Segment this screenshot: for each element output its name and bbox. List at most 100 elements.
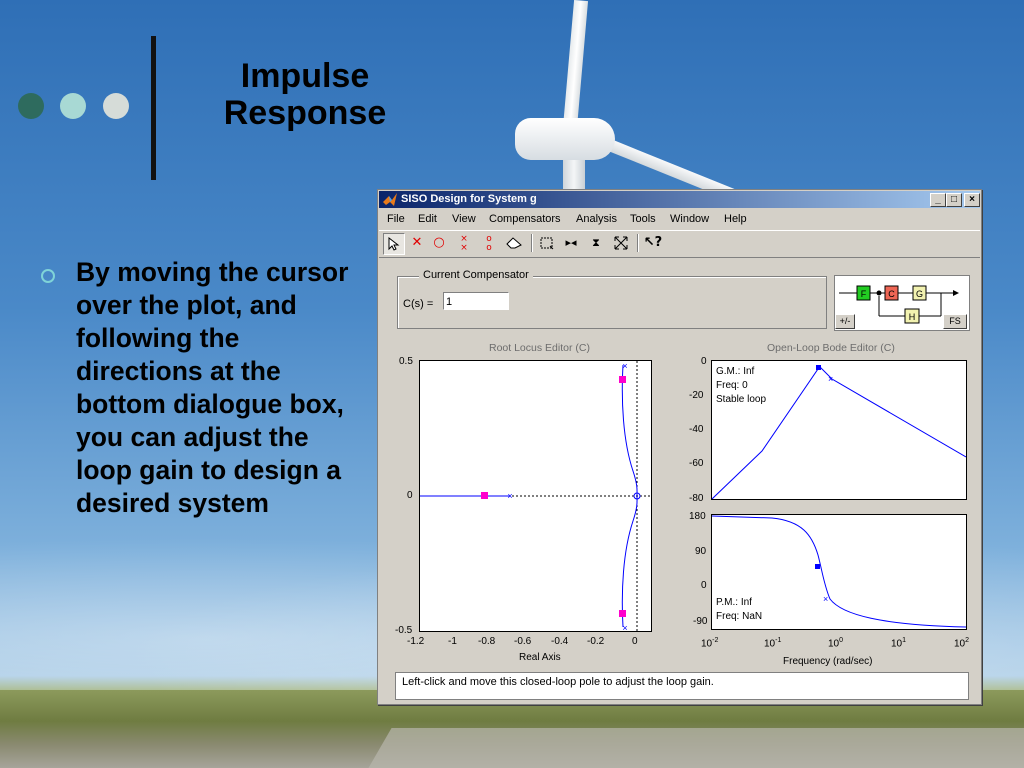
- maximize-button[interactable]: □: [946, 193, 962, 207]
- root-locus-plot[interactable]: × × ×: [419, 360, 652, 633]
- zoom-y-icon[interactable]: ⧗: [586, 233, 606, 253]
- fs-button[interactable]: FS: [943, 314, 967, 329]
- block-c-label: C: [888, 289, 895, 299]
- open-loop-pole: ×: [622, 361, 627, 371]
- menu-compensators[interactable]: Compensators: [489, 213, 561, 225]
- close-button[interactable]: ×: [964, 193, 980, 207]
- mag-ytick: 0: [701, 356, 707, 367]
- decor-dot-1: [18, 93, 44, 119]
- toolbar-separator: [637, 234, 639, 252]
- phase-ytick: 90: [695, 546, 707, 557]
- block-h-label: H: [909, 312, 916, 322]
- editor-panel: Current Compensator C(s) = 1 F C G H +/-…: [379, 258, 980, 702]
- freq-xtick: 102: [954, 637, 970, 650]
- rl-ytick: 0.5: [399, 356, 413, 367]
- add-zero-icon[interactable]: ○: [429, 233, 449, 253]
- bullet-icon: [41, 269, 55, 283]
- menu-help[interactable]: Help: [724, 213, 747, 225]
- erase-icon[interactable]: [504, 233, 524, 253]
- add-complex-pole-icon[interactable]: × ×: [454, 233, 474, 255]
- bullet-text: By moving the cursor over the plot, and …: [76, 257, 349, 518]
- cs-label: C(s) =: [403, 298, 434, 310]
- rl-xtick: -0.6: [514, 636, 532, 647]
- menubar: File Edit View Compensators Analysis Too…: [379, 210, 980, 228]
- bode-title: Open-Loop Bode Editor (C): [767, 342, 895, 354]
- slide-title-line2: Response: [223, 93, 387, 132]
- toolbar-separator: [531, 234, 533, 252]
- title-divider: [151, 36, 156, 180]
- matlab-icon: [383, 193, 397, 206]
- minimize-button[interactable]: _: [930, 193, 946, 207]
- magnitude-marker: [816, 365, 821, 370]
- zoom-x-icon[interactable]: ▸◂: [561, 233, 581, 253]
- block-f-label: F: [861, 289, 867, 299]
- gain-margin-info: G.M.: Inf Freq: 0 Stable loop: [716, 365, 766, 407]
- zoom-out-icon[interactable]: [611, 233, 631, 253]
- stability-text: Stable loop: [716, 394, 767, 405]
- whats-this-icon[interactable]: ↖?: [643, 233, 663, 253]
- status-text: Left-click and move this closed-loop pol…: [402, 676, 714, 688]
- menu-file[interactable]: File: [387, 213, 405, 225]
- freq-xlabel: Frequency (rad/sec): [783, 656, 873, 667]
- sign-toggle-button[interactable]: +/-: [835, 314, 855, 329]
- gain-margin-freq: Freq: 0: [716, 380, 748, 391]
- closed-loop-pole[interactable]: [481, 492, 488, 499]
- phase-pole-marker: ×: [823, 594, 828, 604]
- rl-xtick: -0.2: [587, 636, 605, 647]
- window-titlebar[interactable]: SISO Design for System g _ □ ×: [379, 191, 980, 208]
- toolbar: ✕ ○ × × oo ▸◂ ⧗ ↖?: [379, 230, 980, 258]
- siso-window[interactable]: SISO Design for System g _ □ × File Edit…: [377, 189, 982, 705]
- rl-xtick: -0.8: [478, 636, 496, 647]
- status-bar: Left-click and move this closed-loop pol…: [395, 672, 969, 700]
- menu-view[interactable]: View: [452, 213, 476, 225]
- phase-ytick: 180: [689, 511, 706, 522]
- compensator-input[interactable]: 1: [443, 292, 509, 310]
- menu-analysis[interactable]: Analysis: [576, 213, 617, 225]
- root-locus-svg: × × ×: [420, 361, 651, 633]
- gain-margin-text: G.M.: Inf: [716, 366, 755, 377]
- mag-ytick: -80: [689, 493, 704, 504]
- magnitude-pole-marker: ×: [828, 374, 833, 384]
- mag-ytick: -20: [689, 390, 704, 401]
- closed-loop-pole[interactable]: [619, 610, 626, 617]
- closed-loop-pole[interactable]: [619, 376, 626, 383]
- rl-xtick: -1: [448, 636, 457, 647]
- block-g-label: G: [916, 289, 923, 299]
- zoom-xy-icon[interactable]: [537, 233, 557, 253]
- add-pole-icon[interactable]: ✕: [407, 233, 427, 253]
- bode-phase-plot[interactable]: × P.M.: Inf Freq: NaN: [711, 514, 967, 630]
- slide-title: Impulse Response: [190, 58, 420, 131]
- phase-margin-text: P.M.: Inf: [716, 597, 752, 608]
- rl-ytick: 0: [407, 490, 413, 501]
- open-loop-pole: ×: [507, 491, 512, 501]
- freq-xtick: 10-1: [764, 637, 782, 650]
- phase-marker: [815, 564, 820, 569]
- decor-dot-2: [60, 93, 86, 119]
- decor-dot-3: [103, 93, 129, 119]
- root-locus-title: Root Locus Editor (C): [489, 342, 590, 354]
- rl-xtick: 0: [632, 636, 638, 647]
- rl-xtick: -1.2: [407, 636, 425, 647]
- phase-ytick: 0: [701, 580, 707, 591]
- loop-diagram[interactable]: F C G H +/- FS: [834, 275, 970, 331]
- freq-xtick: 100: [828, 637, 844, 650]
- freq-xtick: 101: [891, 637, 907, 650]
- select-arrow-icon[interactable]: [383, 233, 405, 255]
- menu-window[interactable]: Window: [670, 213, 709, 225]
- phase-margin-freq: Freq: NaN: [716, 611, 763, 622]
- slide-title-line1: Impulse: [240, 57, 370, 95]
- phase-ytick: -90: [693, 616, 708, 627]
- open-loop-pole: ×: [622, 623, 627, 631]
- menu-edit[interactable]: Edit: [418, 213, 437, 225]
- freq-xtick: 10-2: [701, 637, 719, 650]
- add-complex-zero-icon[interactable]: oo: [479, 233, 499, 255]
- rl-xlabel: Real Axis: [519, 652, 561, 663]
- mag-ytick: -60: [689, 458, 704, 469]
- turbine-nacelle: [515, 118, 615, 160]
- rl-xtick: -0.4: [551, 636, 569, 647]
- window-title: SISO Design for System g: [401, 193, 537, 205]
- bode-magnitude-plot[interactable]: × G.M.: Inf Freq: 0 Stable loop: [711, 360, 967, 500]
- road: [368, 728, 1024, 768]
- menu-tools[interactable]: Tools: [630, 213, 656, 225]
- mag-ytick: -40: [689, 424, 704, 435]
